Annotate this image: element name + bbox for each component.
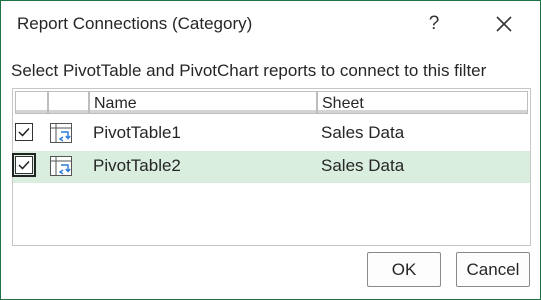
instruction-text: Select PivotTable and PivotChart reports… <box>11 61 487 80</box>
ok-button[interactable]: OK <box>367 252 441 287</box>
row-name: PivotTable1 <box>93 123 181 142</box>
row-checkbox[interactable] <box>15 123 33 141</box>
pivot-table-icon <box>50 123 72 143</box>
row-checkbox[interactable] <box>12 153 36 177</box>
list-header: Name Sheet <box>13 89 530 117</box>
header-icon-column <box>48 91 89 114</box>
report-connections-dialog: Report Connections (Category) ? Select P… <box>0 0 541 300</box>
close-button[interactable] <box>487 9 521 39</box>
close-icon <box>496 16 512 32</box>
cancel-button[interactable]: Cancel <box>456 252 530 287</box>
checkmark-icon <box>18 160 30 170</box>
row-sheet: Sales Data <box>321 156 405 175</box>
table-row[interactable]: PivotTable1 Sales Data <box>13 118 530 150</box>
table-row-selected[interactable]: PivotTable2 Sales Data <box>12 151 530 183</box>
report-list: Name Sheet PivotTable1 Sales Data PivotT… <box>12 88 531 246</box>
checkmark-icon <box>18 127 30 137</box>
row-sheet: Sales Data <box>321 123 405 142</box>
help-button[interactable]: ? <box>419 9 449 39</box>
dialog-title: Report Connections (Category) <box>17 14 253 33</box>
header-name[interactable]: Name <box>89 91 317 114</box>
header-checkbox-column <box>15 91 48 114</box>
pivot-table-icon <box>50 156 72 176</box>
header-sheet[interactable]: Sheet <box>317 91 528 114</box>
row-name: PivotTable2 <box>93 156 181 175</box>
